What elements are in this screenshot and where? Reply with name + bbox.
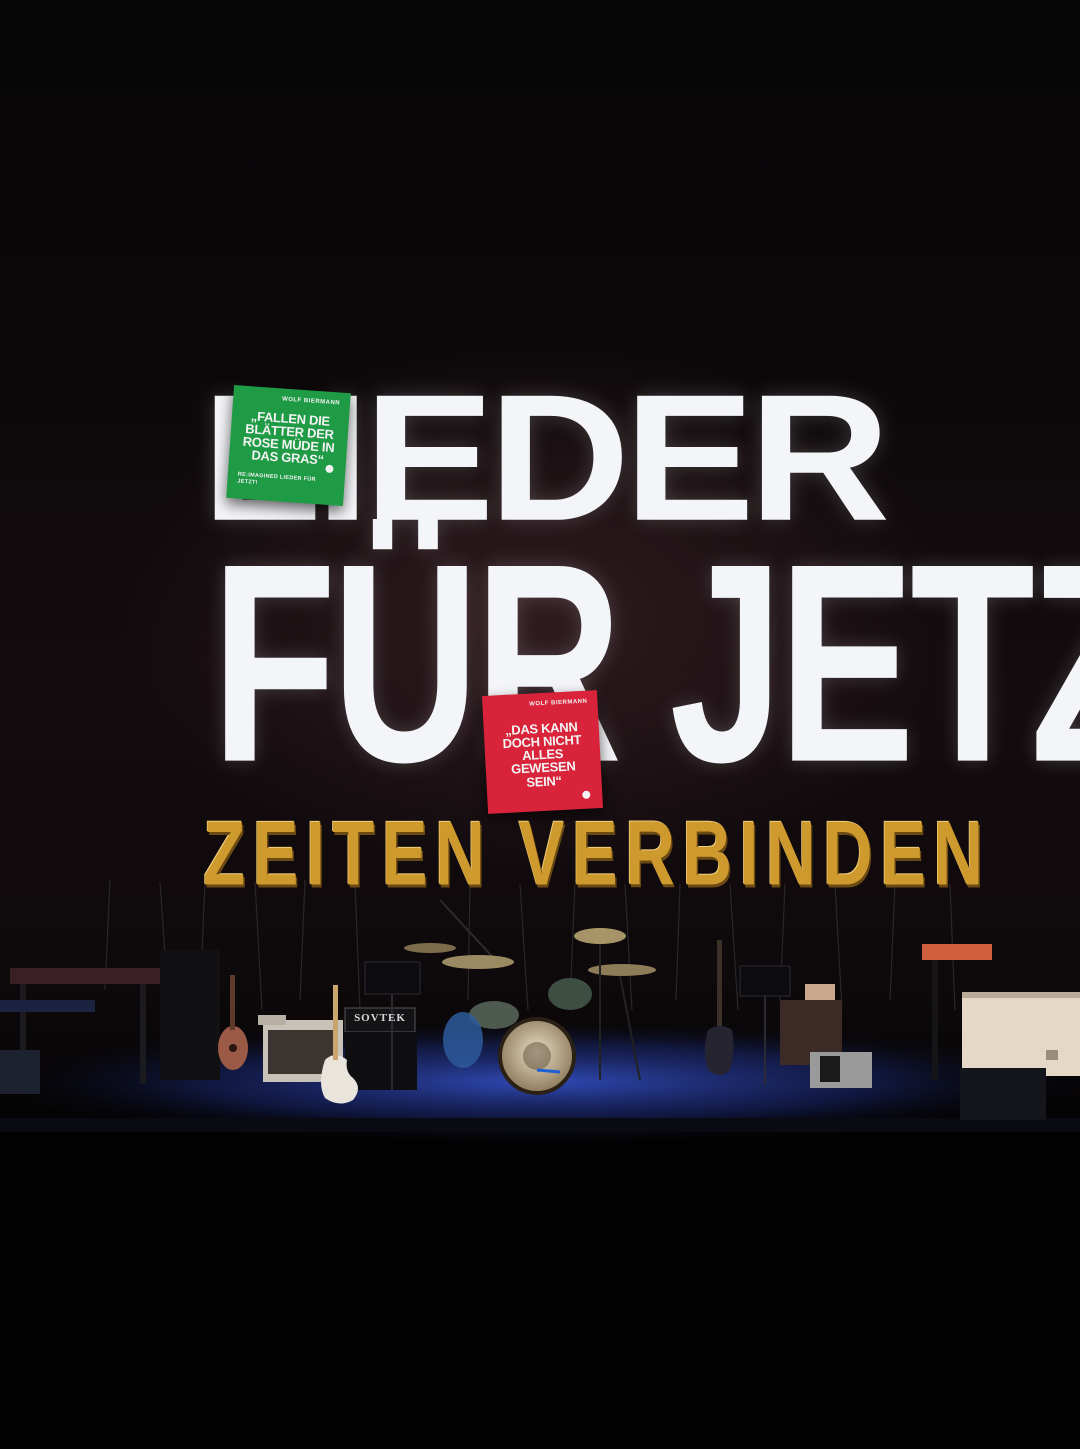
cymbal [588,964,656,976]
poster-quote: „DAS KANN DOCH NICHT ALLES GEWESEN SEIN“ [502,718,582,790]
flight-case [962,992,1080,1076]
poster-artist: WOLF BIERMANN [281,396,341,407]
stage-scene: LIEDER FÜR JETZT! WOLF BIERMANN „FALLEN … [0,0,1080,1449]
ukulele [218,975,248,1070]
amp-brand-label: SOVTEK [354,1012,406,1024]
balloon-banner: ZEITEN VERBINDEN [203,802,991,905]
cymbal [574,928,626,944]
poster-footer: RE:IMAGINED LIEDER FÜR JETZT! [237,471,317,486]
poster-red: WOLF BIERMANN „DAS KANN DOCH NICHT ALLES… [481,690,604,814]
logo-icon [582,790,591,799]
cymbal [404,943,456,953]
cymbal [442,955,514,969]
logo-icon [325,464,334,474]
monitor-wedge [0,1050,40,1094]
bass-guitar [705,940,734,1075]
poster-artist: WOLF BIERMANN [529,698,588,708]
poster-green: WOLF BIERMANN „FALLEN DIE BLÄTTER DER RO… [226,385,351,506]
monitor-wedge [960,1068,1046,1120]
poster-quote: „FALLEN DIE BLÄTTER DER ROSE MÜDE IN DAS… [242,407,335,468]
stage-edge [0,1118,1080,1132]
